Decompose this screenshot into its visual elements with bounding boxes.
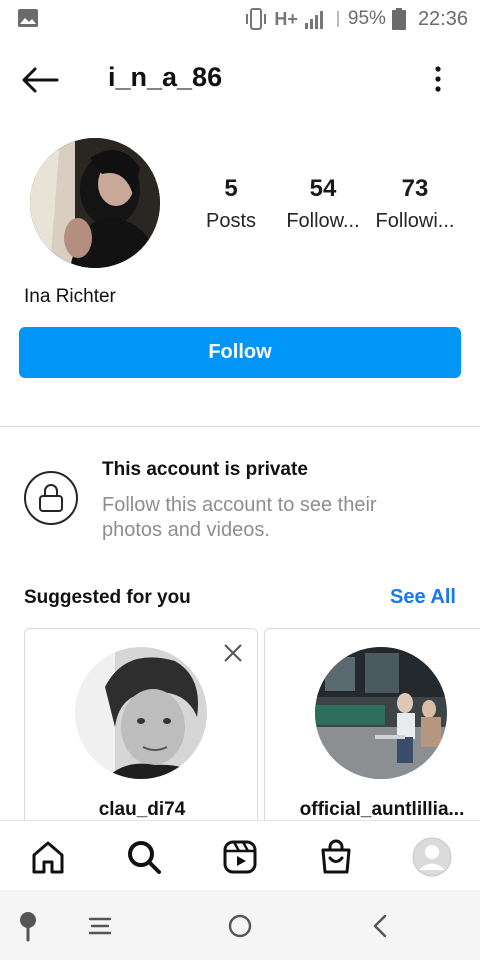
assistant-icon: [20, 912, 36, 942]
search-icon: [128, 841, 161, 874]
nav-reels[interactable]: [218, 835, 262, 879]
back-arrow-icon: [22, 67, 59, 93]
more-options-button[interactable]: [428, 64, 448, 96]
nav-home[interactable]: [26, 835, 70, 879]
battery-percent: 95%: [347, 8, 386, 29]
stat-following-count: 73: [401, 175, 429, 202]
system-navigation-bar: [0, 890, 480, 960]
profile-full-name: Ina Richter: [24, 286, 116, 307]
profile-icon: [412, 837, 452, 877]
suggestion-card[interactable]: official_auntlillia...: [264, 628, 480, 848]
nav-shop[interactable]: [314, 835, 358, 879]
network-type: H+: [274, 8, 298, 29]
suggestion-username[interactable]: clau_di74: [25, 799, 257, 821]
recents-icon: [88, 917, 112, 935]
profile-header: i_n_a_86: [0, 50, 480, 110]
suggested-heading: Suggested for you: [24, 587, 191, 608]
gallery-notification-icon: [18, 9, 38, 27]
profile-photo: [30, 138, 160, 268]
bottom-navigation: [0, 820, 480, 890]
reels-icon: [223, 840, 257, 874]
see-all-link[interactable]: See All: [390, 586, 456, 609]
close-icon[interactable]: [223, 643, 243, 663]
stat-followers[interactable]: 54 Follow...: [282, 174, 364, 238]
suggestion-avatar[interactable]: [75, 647, 207, 779]
home-circle-icon: [228, 914, 252, 938]
section-divider: [0, 426, 480, 427]
assistant-button[interactable]: [10, 908, 46, 944]
stat-posts-count: 5: [224, 175, 238, 202]
recents-button[interactable]: [82, 908, 118, 944]
home-system-button[interactable]: [222, 908, 258, 944]
private-account-description: Follow this account to see their photos …: [102, 494, 377, 541]
profile-avatar[interactable]: [30, 138, 160, 268]
stat-posts[interactable]: 5 Posts: [200, 174, 262, 238]
stat-following-label: Followi...: [375, 210, 455, 232]
stat-followers-count: 54: [309, 175, 337, 202]
stat-followers-label: Follow...: [286, 210, 360, 232]
suggestion-username[interactable]: official_auntlillia...: [265, 799, 480, 821]
back-system-button[interactable]: [362, 908, 398, 944]
lock-icon: [39, 484, 63, 512]
profile-username: i_n_a_86: [108, 62, 223, 92]
data-arrows-icon: [336, 11, 339, 27]
suggestion-photo: [75, 647, 207, 779]
status-bar: H+ 95% 22:36: [0, 0, 480, 38]
home-icon: [32, 841, 64, 874]
stat-posts-label: Posts: [205, 210, 257, 232]
suggestion-photo: [315, 647, 447, 779]
private-account-title: This account is private: [102, 459, 308, 480]
shop-icon: [321, 839, 351, 874]
back-button[interactable]: [20, 62, 60, 98]
nav-profile[interactable]: [410, 835, 454, 879]
more-vertical-icon: [435, 66, 441, 92]
private-lock-badge: [24, 471, 78, 525]
battery-icon: [391, 8, 406, 30]
signal-icon: [304, 11, 323, 29]
vibrate-icon: [246, 8, 267, 30]
suggestion-avatar[interactable]: [315, 647, 447, 779]
nav-search[interactable]: [122, 835, 166, 879]
back-chevron-icon: [373, 914, 387, 938]
follow-button[interactable]: Follow: [19, 327, 461, 378]
stat-following[interactable]: 73 Followi...: [372, 174, 458, 238]
clock: 22:36: [417, 7, 468, 30]
suggestion-card[interactable]: clau_di74: [24, 628, 258, 848]
